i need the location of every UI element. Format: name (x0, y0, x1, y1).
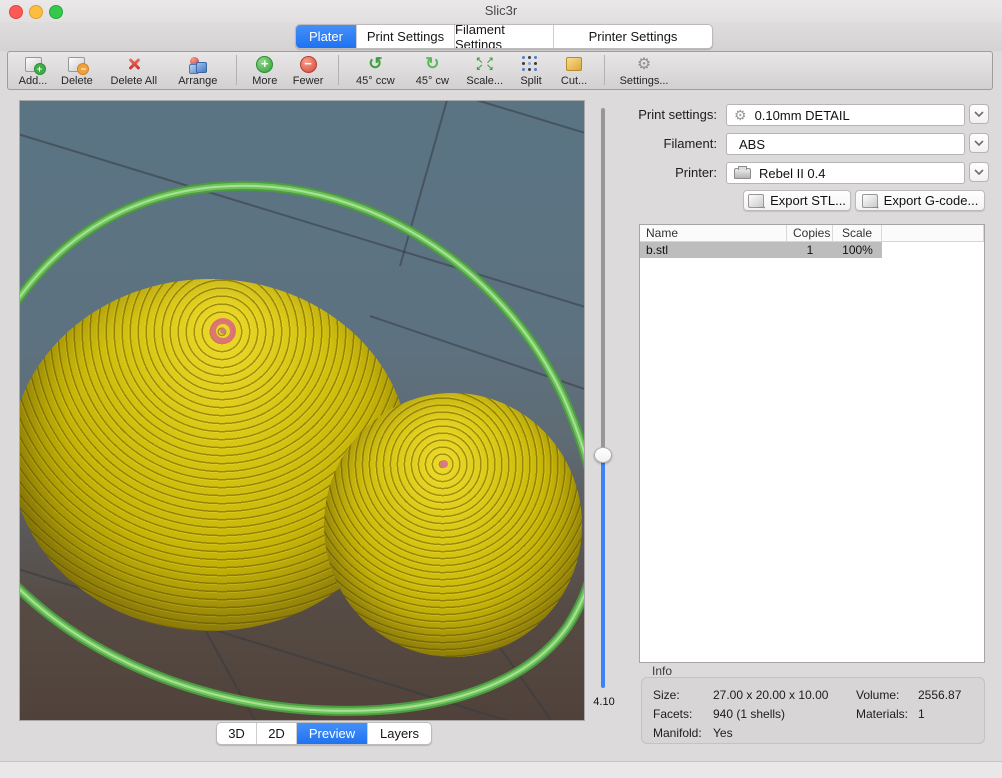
materials-label: Materials: (856, 707, 918, 721)
table-header-row: Name Copies Scale (640, 225, 984, 242)
arrange-button[interactable]: Arrange (175, 54, 221, 87)
printer-icon (734, 168, 751, 179)
tab-print-settings[interactable]: Print Settings (357, 25, 455, 48)
chevron-down-icon (974, 169, 984, 175)
toolbar: + Add... − Delete Delete All Arrange + M… (7, 51, 993, 90)
red-x-icon (126, 56, 142, 72)
table-row[interactable]: b.stl 1 100% (640, 242, 984, 258)
export-icon (862, 194, 878, 208)
info-box: Size: 27.00 x 20.00 x 10.00 Volume: 2556… (641, 677, 985, 744)
view-tab-preview[interactable]: Preview (297, 723, 368, 744)
perimeter-highlight-dot-small (440, 460, 448, 468)
column-header-name[interactable]: Name (640, 225, 787, 241)
object-scale: 100% (833, 242, 882, 258)
facets-label: Facets: (653, 707, 713, 721)
printer-dropdown-button[interactable] (969, 162, 989, 182)
chevron-down-icon (974, 140, 984, 146)
column-header-blank (882, 225, 984, 241)
size-label: Size: (653, 688, 713, 702)
delete-button[interactable]: − Delete (61, 54, 93, 87)
arrange-icon (188, 56, 208, 73)
add-cube-icon: + (25, 57, 42, 72)
view-tab-3d[interactable]: 3D (217, 723, 257, 744)
chevron-down-icon (974, 111, 984, 117)
layer-slider-track[interactable] (601, 108, 605, 448)
print-settings-label: Print settings: (604, 107, 717, 122)
info-section-title: Info (652, 664, 672, 678)
filament-select[interactable]: ABS (726, 133, 965, 155)
export-stl-button[interactable]: Export STL... (743, 190, 851, 211)
rotate-cw-button[interactable]: ↻ 45° cw (411, 54, 453, 87)
column-header-copies[interactable]: Copies (787, 225, 833, 241)
main-tab-bar: Plater Print Settings Filament Settings … (295, 24, 713, 49)
status-bar (0, 761, 1002, 778)
manifold-label: Manifold: (653, 726, 713, 740)
volume-label: Volume: (856, 688, 918, 702)
export-icon (748, 194, 764, 208)
size-value: 27.00 x 20.00 x 10.00 (713, 688, 856, 702)
view-tab-layers[interactable]: Layers (368, 723, 431, 744)
filament-label: Filament: (604, 136, 717, 151)
layer-slider-thumb[interactable] (594, 447, 612, 463)
print-settings-dropdown-button[interactable] (969, 104, 989, 124)
fewer-minus-icon: − (300, 56, 317, 73)
volume-value: 2556.87 (918, 688, 984, 702)
manifold-value: Yes (713, 726, 856, 740)
materials-value: 1 (918, 707, 984, 721)
sliced-object-small[interactable] (324, 393, 582, 657)
slic3r-window: Slic3r Plater Print Settings Filament Se… (0, 0, 1002, 778)
toolbar-separator (236, 55, 237, 85)
cut-cube-icon (566, 57, 582, 71)
view-tab-2d[interactable]: 2D (257, 723, 297, 744)
gear-icon: ⚙ (637, 56, 651, 73)
scale-arrows-icon: ↖↗↙↘ (476, 56, 494, 72)
rotate-ccw-icon: ↺ (368, 55, 382, 73)
fewer-button[interactable]: − Fewer (293, 54, 324, 87)
scale-button[interactable]: ↖↗↙↘ Scale... (466, 54, 503, 87)
delete-all-button[interactable]: Delete All (106, 54, 162, 87)
toolbar-separator (338, 55, 339, 85)
delete-cube-icon: − (68, 57, 85, 72)
layer-slider-value: 4.10 (586, 696, 622, 708)
perimeter-highlight-dot-large (220, 328, 226, 334)
split-dots-icon (522, 56, 540, 72)
export-gcode-button[interactable]: Export G-code... (855, 190, 985, 211)
filament-dropdown-button[interactable] (969, 133, 989, 153)
add-button[interactable]: + Add... (18, 54, 48, 87)
print-settings-select[interactable]: ⚙ 0.10mm DETAIL (726, 104, 965, 126)
view-mode-tab-bar: 3D 2D Preview Layers (216, 722, 432, 745)
more-plus-icon: + (256, 56, 273, 73)
gear-icon: ⚙ (734, 108, 747, 122)
rotate-cw-icon: ↻ (425, 55, 439, 73)
titlebar: Slic3r (0, 0, 1002, 22)
more-button[interactable]: + More (250, 54, 280, 87)
filament-value: ABS (739, 137, 765, 152)
cut-button[interactable]: Cut... (559, 54, 589, 87)
object-copies: 1 (787, 242, 833, 258)
split-button[interactable]: Split (516, 54, 546, 87)
printer-value: Rebel II 0.4 (759, 166, 826, 181)
tab-filament-settings[interactable]: Filament Settings (455, 25, 554, 48)
column-header-scale[interactable]: Scale (833, 225, 882, 241)
tab-printer-settings[interactable]: Printer Settings (554, 25, 712, 48)
tab-plater[interactable]: Plater (296, 25, 357, 48)
printer-select[interactable]: Rebel II 0.4 (726, 162, 965, 184)
object-settings-button[interactable]: ⚙ Settings... (618, 54, 670, 87)
facets-value: 940 (1 shells) (713, 707, 856, 721)
window-title: Slic3r (0, 3, 1002, 18)
object-list-table: Name Copies Scale b.stl 1 100% (639, 224, 985, 663)
layer-slider-track-filled[interactable] (601, 448, 605, 688)
preview-3d-viewport[interactable] (19, 100, 585, 721)
toolbar-separator (604, 55, 605, 85)
object-name: b.stl (640, 242, 787, 258)
printer-label: Printer: (604, 165, 717, 180)
rotate-ccw-button[interactable]: ↺ 45° ccw (352, 54, 398, 87)
print-settings-value: 0.10mm DETAIL (755, 108, 850, 123)
